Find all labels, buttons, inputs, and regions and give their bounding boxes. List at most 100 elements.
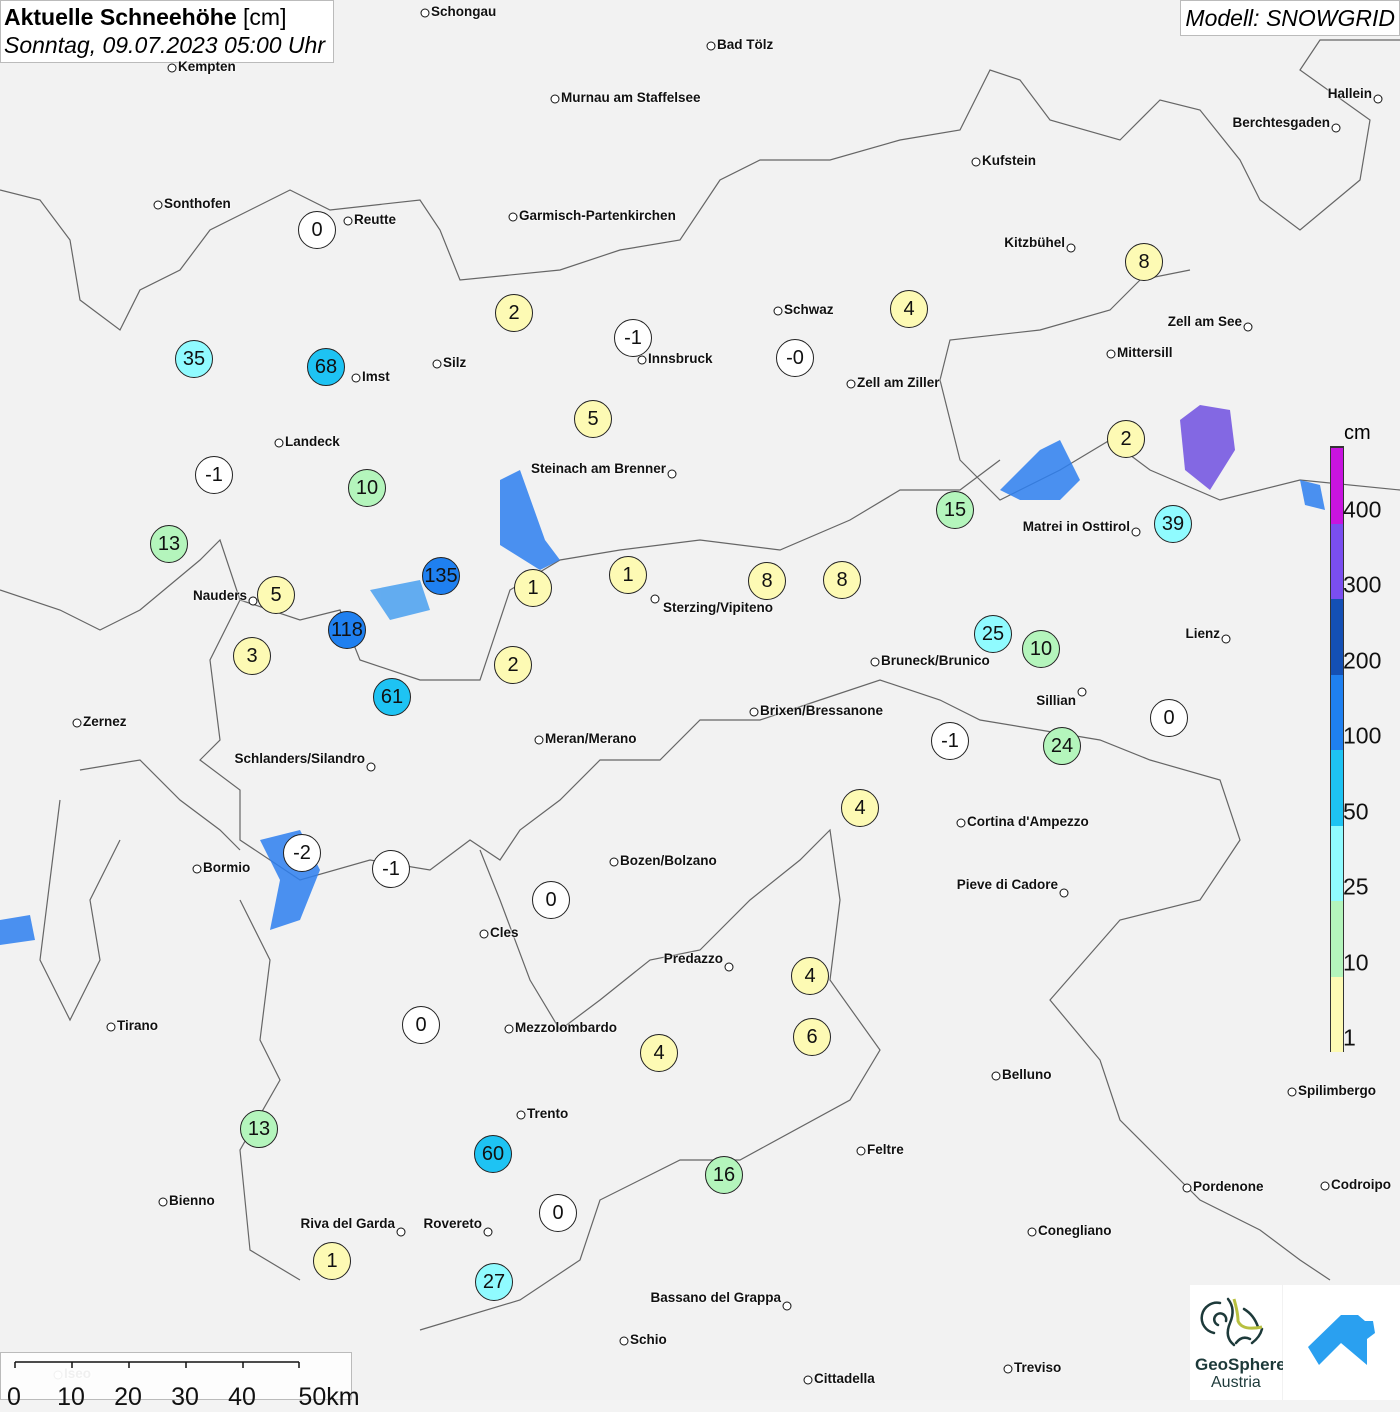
city-marker-icon — [248, 596, 258, 606]
snow-depth-station[interactable]: 25 — [974, 615, 1012, 653]
snow-depth-station[interactable]: 68 — [307, 348, 345, 386]
map-datetime: Sonntag, 09.07.2023 05:00 Uhr — [4, 32, 325, 58]
snow-depth-station[interactable]: 4 — [640, 1034, 678, 1072]
snow-depth-station[interactable]: 5 — [257, 576, 295, 614]
city-label: Murnau am Staffelsee — [561, 90, 701, 105]
snow-depth-station[interactable]: 61 — [373, 678, 411, 716]
snow-depth-station[interactable]: 0 — [1150, 699, 1188, 737]
legend-tick-label: 25 — [1343, 873, 1369, 900]
city-label: Hallein — [1327, 86, 1372, 101]
snow-depth-station[interactable]: 8 — [1125, 243, 1163, 281]
snow-depth-station[interactable]: 24 — [1043, 727, 1081, 765]
snow-depth-station[interactable]: 2 — [494, 646, 532, 684]
snow-depth-station[interactable]: 10 — [1022, 630, 1060, 668]
city-label: Spilimbergo — [1298, 1083, 1377, 1098]
snow-depth-value: 61 — [380, 685, 404, 708]
legend-swatch — [1331, 673, 1343, 750]
snow-depth-station[interactable]: -2 — [283, 834, 321, 872]
snow-depth-station[interactable]: 60 — [474, 1135, 512, 1173]
city-marker-icon — [1221, 634, 1231, 644]
snow-depth-station[interactable]: 4 — [841, 789, 879, 827]
snow-app-logo — [1283, 1285, 1400, 1400]
scale-tick-label: 40 — [228, 1383, 256, 1411]
snow-depth-station[interactable]: 0 — [298, 211, 336, 249]
city-marker-icon — [167, 63, 177, 73]
snow-depth-station[interactable]: 3 — [233, 637, 271, 675]
scale-tick-label: 50km — [298, 1383, 360, 1411]
city-marker-icon — [856, 1146, 866, 1156]
city-label: Kempten — [178, 59, 236, 74]
city-label: Treviso — [1014, 1360, 1062, 1375]
city-label: Pordenone — [1193, 1179, 1264, 1194]
snow-depth-station[interactable]: 2 — [495, 294, 533, 332]
snow-depth-value: 68 — [314, 355, 338, 378]
city-label: Meran/Merano — [545, 731, 637, 746]
map-title-unit: [cm] — [243, 4, 287, 30]
snow-depth-value: -1 — [624, 326, 642, 349]
snow-depth-station[interactable]: 13 — [240, 1110, 278, 1148]
city-marker-icon — [749, 707, 759, 717]
city-label: Bassano del Grappa — [650, 1290, 781, 1305]
city-marker-icon — [846, 379, 856, 389]
city-label: Nauders — [192, 588, 247, 603]
snow-depth-value: 16 — [712, 1163, 736, 1186]
city-marker-icon — [1003, 1364, 1013, 1374]
snow-depth-station[interactable]: 16 — [705, 1156, 743, 1194]
snow-depth-station[interactable]: 8 — [748, 562, 786, 600]
snow-depth-station[interactable]: 8 — [823, 561, 861, 599]
snow-depth-station[interactable]: 15 — [936, 491, 974, 529]
snow-depth-value: 8 — [761, 569, 773, 592]
snow-depth-station[interactable]: 39 — [1154, 505, 1192, 543]
legend-tick-label: 200 — [1343, 647, 1382, 673]
city-marker-icon — [1243, 322, 1253, 332]
city-marker-icon — [483, 1227, 493, 1237]
city-label: Brixen/Bressanone — [760, 703, 884, 718]
city-marker-icon — [516, 1110, 526, 1120]
snow-depth-station[interactable]: -1 — [931, 722, 969, 760]
snow-depth-value: 4 — [903, 297, 915, 320]
snow-depth-station[interactable]: 13 — [150, 525, 188, 563]
city-label: Imst — [362, 369, 390, 384]
city-marker-icon — [1131, 527, 1141, 537]
city-label: Garmisch-Partenkirchen — [519, 208, 676, 223]
snow-depth-station[interactable]: 0 — [402, 1006, 440, 1044]
snow-depth-station[interactable]: 4 — [791, 957, 829, 995]
legend-tick-label: 100 — [1343, 722, 1382, 749]
city-marker-icon — [1373, 94, 1383, 104]
snow-depth-station[interactable]: -1 — [372, 850, 410, 888]
snow-depth-station[interactable]: 6 — [793, 1018, 831, 1056]
snow-depth-value: 5 — [587, 407, 599, 430]
snow-depth-station[interactable]: 1 — [609, 556, 647, 594]
snow-depth-station[interactable]: -0 — [776, 339, 814, 377]
snow-depth-station[interactable]: 5 — [574, 400, 612, 438]
snow-depth-value: -1 — [941, 729, 959, 752]
city-marker-icon — [1320, 1181, 1330, 1191]
snow-depth-station[interactable]: 35 — [175, 340, 213, 378]
snow-depth-station[interactable]: 1 — [514, 569, 552, 607]
snow-depth-value: 13 — [157, 532, 181, 555]
snow-depth-station[interactable]: 10 — [348, 469, 386, 507]
snow-depth-station[interactable]: -1 — [195, 456, 233, 494]
city-marker-icon — [619, 1336, 629, 1346]
snow-depth-station[interactable]: -1 — [614, 319, 652, 357]
snow-depth-value: 4 — [653, 1041, 665, 1064]
geosphere-logo-icon — [1200, 1297, 1264, 1347]
snow-depth-station[interactable]: 0 — [539, 1194, 577, 1232]
city-marker-icon — [366, 762, 376, 772]
city-label: Feltre — [867, 1142, 904, 1157]
snow-depth-station[interactable]: 0 — [532, 881, 570, 919]
snow-depth-station[interactable]: 135 — [422, 557, 460, 595]
city-marker-icon — [153, 200, 163, 210]
legend-tick-label: 10 — [1343, 949, 1369, 975]
snow-depth-station[interactable]: 2 — [1107, 420, 1145, 458]
city-label: Schwaz — [784, 302, 834, 317]
city-label: Zell am Ziller — [857, 375, 940, 390]
city-label: Landeck — [285, 434, 340, 449]
snow-depth-station[interactable]: 118 — [328, 611, 366, 649]
city-marker-icon — [1077, 687, 1087, 697]
city-marker-icon — [534, 735, 544, 745]
snow-depth-station[interactable]: 27 — [475, 1263, 513, 1301]
snow-depth-value: 8 — [1138, 250, 1150, 273]
snow-depth-station[interactable]: 4 — [890, 290, 928, 328]
snow-depth-station[interactable]: 1 — [313, 1242, 351, 1280]
